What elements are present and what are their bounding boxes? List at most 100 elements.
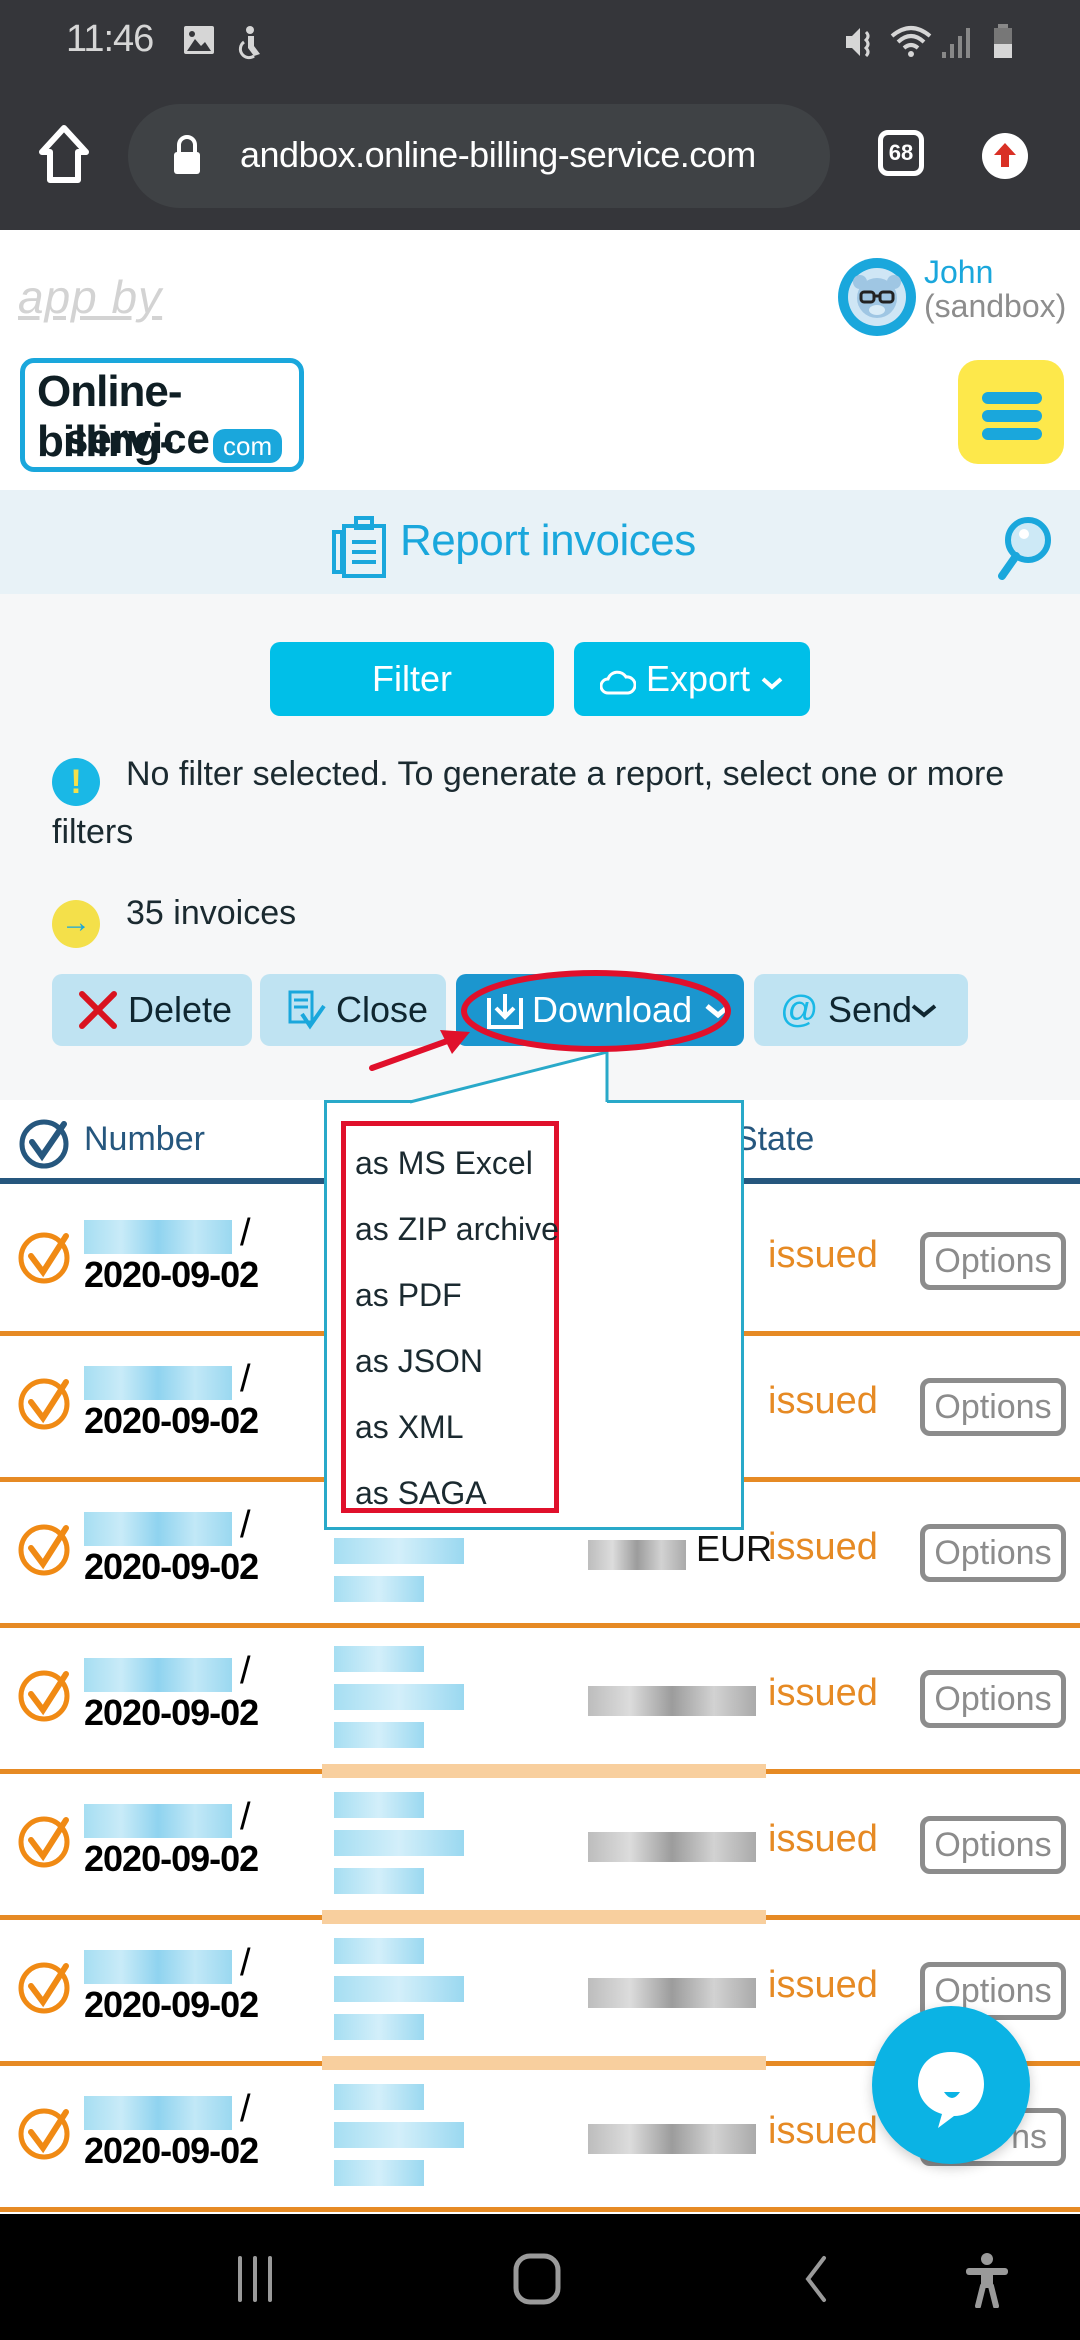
download-as-xml[interactable]: as XML (355, 1409, 463, 1446)
download-button[interactable]: Download (456, 974, 744, 1046)
select-all-checkbox[interactable] (18, 1116, 72, 1170)
logo-line2: service (65, 415, 210, 462)
page-title-bar: Report invoices (0, 490, 1080, 594)
app-by-label: app by (18, 271, 163, 323)
row-checkbox[interactable] (16, 1228, 74, 1286)
gallery-icon (184, 26, 214, 54)
table-row[interactable]: /2020-09-02 issued Options (0, 1628, 1080, 1774)
logo-com: com (213, 429, 283, 463)
client-name-redacted (334, 1792, 464, 1902)
at-icon: @ (780, 989, 819, 1031)
download-dropdown-menu: as MS Excel as ZIP archive as PDF as JSO… (324, 1100, 744, 1530)
filter-button-label: Filter (372, 658, 452, 699)
accessibility-icon[interactable] (962, 2252, 1012, 2308)
invoice-number-redacted[interactable] (84, 2096, 232, 2130)
download-as-zip[interactable]: as ZIP archive (355, 1211, 559, 1248)
invoice-number-redacted[interactable] (84, 1512, 232, 1546)
row-checkbox[interactable] (16, 1374, 74, 1432)
tabs-button[interactable]: 68 (878, 130, 924, 176)
close-button[interactable]: Close (260, 974, 446, 1046)
invoice-state: issued (768, 1526, 878, 1568)
address-bar[interactable]: andbox.online-billing-service.com (128, 104, 830, 208)
search-icon[interactable] (994, 516, 1054, 582)
invoice-number-redacted[interactable] (84, 1658, 232, 1692)
options-button[interactable]: Options (920, 1524, 1066, 1582)
amount-redacted (588, 1540, 686, 1570)
no-filter-message: ! No filter selected. To generate a repor… (52, 748, 1042, 858)
invoice-date: 2020-09-02 (84, 1692, 259, 1733)
logo[interactable]: Online-billing- service com (20, 358, 304, 472)
row-checkbox[interactable] (16, 1666, 74, 1724)
send-button-label: Send (828, 989, 913, 1030)
table-row[interactable]: /2020-09-02 issued Options (0, 1774, 1080, 1920)
hamburger-menu-button[interactable] (958, 360, 1064, 464)
amount-redacted (588, 2124, 756, 2154)
invoice-number-redacted[interactable] (84, 1804, 232, 1838)
options-button[interactable]: Options (920, 1816, 1066, 1874)
invoice-state: issued (768, 1818, 878, 1860)
back-icon[interactable] (800, 2254, 830, 2304)
row-checkbox[interactable] (16, 1958, 74, 2016)
invoice-state: issued (768, 2110, 878, 2152)
export-button[interactable]: Export (574, 642, 810, 716)
invoice-count: → 35 invoices (52, 894, 296, 948)
battery-icon (994, 24, 1012, 58)
client-name-redacted (334, 2084, 464, 2194)
number-separator: / (240, 1796, 251, 1838)
update-icon[interactable] (982, 133, 1028, 179)
number-separator: / (240, 1650, 251, 1692)
accessibility-notification-icon (238, 26, 260, 60)
invoice-date: 2020-09-02 (84, 1254, 259, 1295)
filter-button[interactable]: Filter (270, 642, 554, 716)
bear-avatar-icon (853, 275, 901, 318)
invoice-number-redacted[interactable] (84, 1366, 232, 1400)
amount-redacted (588, 1978, 756, 2008)
page-title: Report invoices (400, 516, 696, 565)
client-name-redacted (334, 1646, 464, 1756)
download-as-json[interactable]: as JSON (355, 1343, 483, 1380)
clipboard-icon (332, 516, 386, 578)
system-nav-bar (0, 2214, 1080, 2340)
download-as-pdf[interactable]: as PDF (355, 1277, 462, 1314)
home-icon[interactable] (38, 124, 90, 184)
download-as-saga[interactable]: as SAGA (355, 1475, 487, 1512)
column-header-number[interactable]: Number (84, 1120, 205, 1159)
invoice-count-text: 35 invoices (126, 894, 297, 932)
options-button[interactable]: Options (920, 1670, 1066, 1728)
invoice-number-redacted[interactable] (84, 1220, 232, 1254)
chat-button[interactable] (872, 2006, 1030, 2164)
avatar[interactable] (838, 258, 916, 336)
row-checkbox[interactable] (16, 1812, 74, 1870)
delete-button[interactable]: Delete (52, 974, 252, 1046)
chat-bubble-icon (918, 2052, 984, 2128)
send-button[interactable]: @ Send (754, 974, 968, 1046)
mute-icon (846, 28, 870, 58)
chevron-down-icon (911, 1004, 937, 1018)
menu-bar-icon (982, 428, 1042, 440)
status-time: 11:46 (66, 18, 154, 60)
delete-button-label: Delete (128, 989, 233, 1030)
invoice-currency: EUR (696, 1528, 773, 1569)
download-as-excel[interactable]: as MS Excel (355, 1145, 533, 1182)
lock-icon (174, 135, 200, 174)
chevron-down-icon (705, 1004, 731, 1019)
options-button[interactable]: Options (920, 1378, 1066, 1436)
url-text: andbox.online-billing-service.com (240, 134, 756, 175)
row-checkbox[interactable] (16, 1520, 74, 1578)
invoice-state: issued (768, 1380, 878, 1422)
number-separator: / (240, 2088, 251, 2130)
cloud-icon (599, 670, 637, 695)
download-button-label: Download (532, 989, 693, 1030)
close-button-label: Close (336, 989, 429, 1030)
options-button[interactable]: Options (920, 1232, 1066, 1290)
row-checkbox[interactable] (16, 2104, 74, 2162)
invoice-number-redacted[interactable] (84, 1950, 232, 1984)
recent-apps-icon[interactable] (232, 2254, 278, 2304)
client-name-redacted (334, 1938, 464, 2048)
number-separator: / (240, 1212, 251, 1254)
user-name[interactable]: John (924, 254, 993, 291)
arrow-right-icon: → (52, 900, 100, 948)
home-nav-icon[interactable] (512, 2252, 564, 2306)
amount-redacted (588, 1832, 756, 1862)
invoice-date: 2020-09-02 (84, 1400, 259, 1441)
